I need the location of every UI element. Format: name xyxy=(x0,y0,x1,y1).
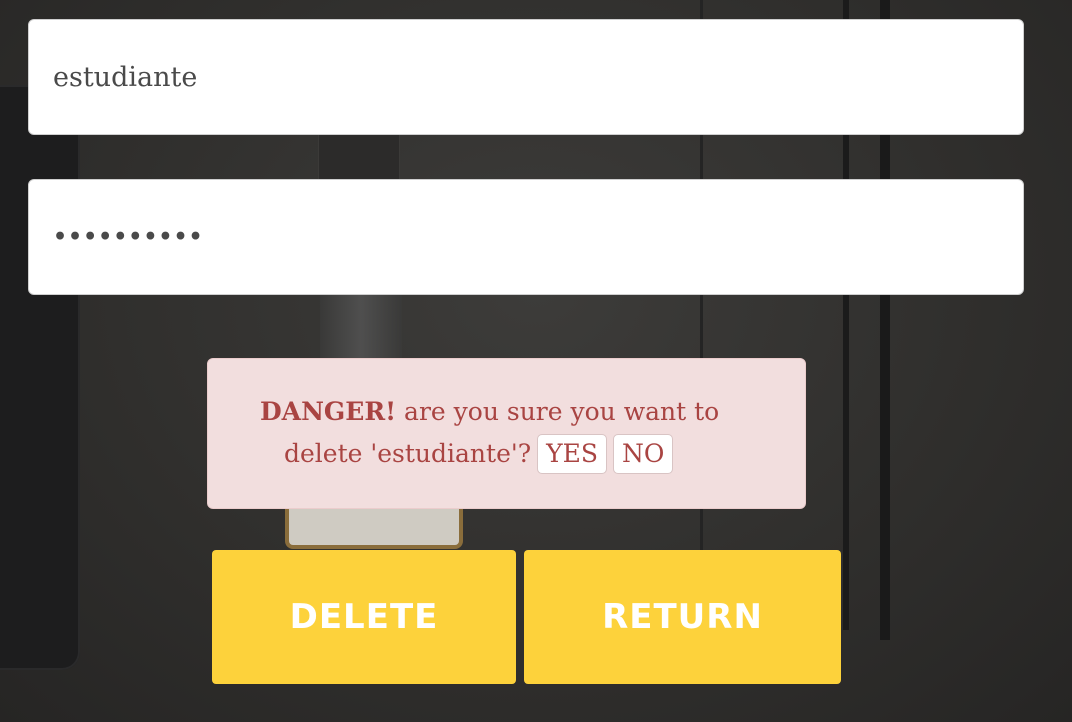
password-field[interactable]: •••••••••• xyxy=(28,179,1024,295)
confirm-no-button[interactable]: NO xyxy=(613,434,674,474)
delete-button[interactable]: DELETE xyxy=(212,550,516,684)
alert-message-2: delete 'estudiante'? xyxy=(284,439,532,468)
alert-line-1: DANGER! are you sure you want to xyxy=(260,391,719,433)
username-value: estudiante xyxy=(53,61,198,93)
alert-message-1: are you sure you want to xyxy=(396,397,720,426)
return-button[interactable]: RETURN xyxy=(524,550,841,684)
username-field[interactable]: estudiante xyxy=(28,19,1024,135)
alert-line-2: delete 'estudiante'? YES NO xyxy=(284,433,674,475)
password-value: •••••••••• xyxy=(53,224,204,250)
confirm-yes-button[interactable]: YES xyxy=(537,434,608,474)
danger-alert: DANGER! are you sure you want to delete … xyxy=(207,358,806,509)
background-watch-face xyxy=(285,505,463,549)
alert-strong-label: DANGER! xyxy=(260,397,397,426)
background-phone xyxy=(0,85,80,670)
